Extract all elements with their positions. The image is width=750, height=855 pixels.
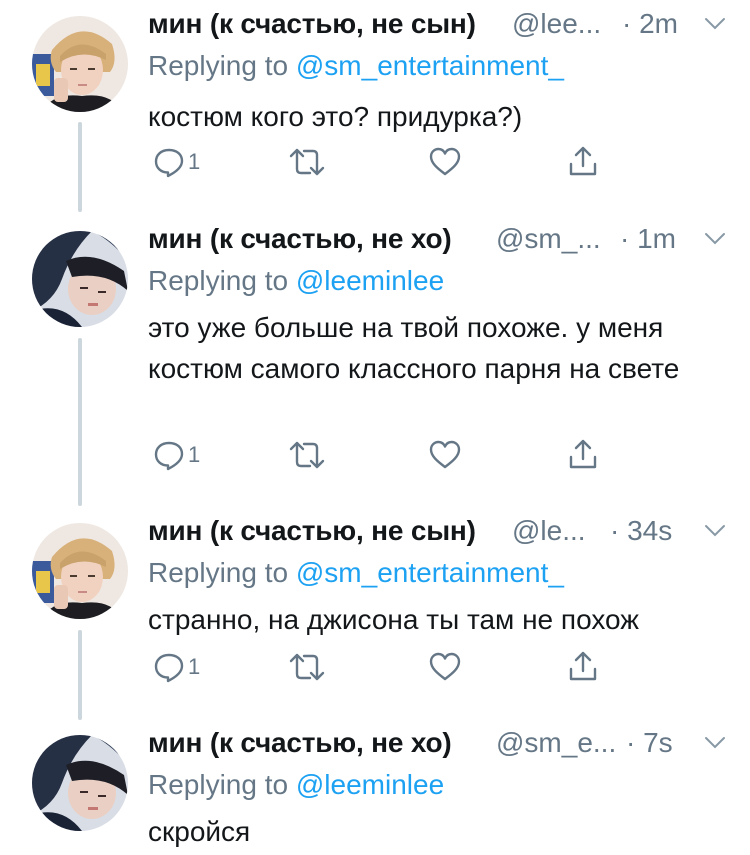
replying-to: Replying to @sm_entertainment_	[148, 50, 564, 82]
tweet[interactable]: мин (к счастью, не хо) @sm_... · 1m Repl…	[0, 215, 750, 505]
retweet-button[interactable]	[288, 435, 326, 475]
reply-count: 1	[188, 149, 201, 174]
heart-icon	[429, 440, 461, 469]
share-button[interactable]	[566, 142, 600, 182]
mention-link[interactable]: @leeminlee	[296, 265, 444, 296]
reply-icon	[154, 653, 184, 683]
avatar[interactable]	[32, 231, 128, 327]
username[interactable]: @lee...	[512, 8, 601, 40]
timestamp[interactable]: · 2m	[622, 8, 678, 40]
display-name[interactable]: мин (к счастью, не сын)	[148, 8, 476, 40]
tweet[interactable]: мин (к счастью, не сын) @le... · 34s Rep…	[0, 507, 750, 707]
share-icon	[569, 651, 597, 681]
tweet-text: странно, на джисона ты там не похож	[148, 604, 639, 635]
replying-to-label: Replying to	[148, 769, 296, 800]
chevron-down-icon[interactable]	[702, 729, 728, 755]
avatar-boy-dark-image	[32, 231, 128, 327]
display-name[interactable]: мин (к счастью, не хо)	[148, 223, 452, 255]
like-button[interactable]	[428, 142, 462, 182]
tweet-text: скройся	[148, 816, 251, 847]
avatar[interactable]	[32, 735, 128, 831]
display-name[interactable]: мин (к счастью, не хо)	[148, 727, 452, 759]
tweet-header: мин (к счастью, не сын) @lee... · 2m	[148, 8, 728, 46]
tweet-header: мин (к счастью, не хо) @sm_... · 1m	[148, 223, 728, 261]
display-name[interactable]: мин (к счастью, не сын)	[148, 515, 476, 547]
timestamp[interactable]: · 34s	[610, 515, 672, 547]
tweet-actions: 1	[148, 435, 728, 475]
like-button[interactable]	[428, 435, 462, 475]
replying-to-label: Replying to	[148, 50, 296, 81]
tweet-actions: 1	[148, 647, 728, 687]
tweet-text: это уже больше на твой похоже. у меня ко…	[148, 312, 680, 384]
heart-icon	[429, 147, 461, 176]
username[interactable]: @le...	[512, 515, 586, 547]
replying-to-label: Replying to	[148, 557, 296, 588]
share-button[interactable]	[566, 435, 600, 475]
mention-link[interactable]: @leeminlee	[296, 769, 444, 800]
tweet[interactable]: мин (к счастью, не хо) @sm_e... · 7s Rep…	[0, 719, 750, 855]
chevron-down-icon[interactable]	[702, 10, 728, 36]
retweet-icon	[289, 148, 325, 176]
reply-count: 1	[188, 654, 201, 679]
chevron-down-icon[interactable]	[702, 225, 728, 251]
mention-link[interactable]: @sm_entertainment_	[296, 557, 564, 588]
timestamp[interactable]: · 7s	[626, 727, 673, 759]
reply-button[interactable]: 1	[152, 647, 200, 687]
tweet-header: мин (к счастью, не сын) @le... · 34s	[148, 515, 728, 553]
chevron-down-icon[interactable]	[702, 517, 728, 543]
retweet-icon	[289, 653, 325, 681]
reply-icon	[154, 148, 184, 178]
reply-button[interactable]: 1	[152, 435, 200, 475]
reply-button[interactable]: 1	[152, 142, 200, 182]
mention-link[interactable]: @sm_entertainment_	[296, 50, 564, 81]
avatar[interactable]	[32, 16, 128, 112]
share-icon	[569, 439, 597, 469]
replying-to-label: Replying to	[148, 265, 296, 296]
retweet-button[interactable]	[288, 142, 326, 182]
replying-to: Replying to @leeminlee	[148, 769, 444, 801]
tweet-actions: 1	[148, 142, 728, 182]
share-button[interactable]	[566, 647, 600, 687]
avatar-boy-blonde-image	[32, 16, 128, 112]
reply-icon	[154, 441, 184, 471]
replying-to: Replying to @sm_entertainment_	[148, 557, 564, 589]
tweet[interactable]: мин (к счастью, не сын) @lee... · 2m Rep…	[0, 0, 750, 205]
reply-count: 1	[188, 442, 201, 467]
avatar-boy-dark-image	[32, 735, 128, 831]
retweet-button[interactable]	[288, 647, 326, 687]
retweet-icon	[289, 441, 325, 469]
username[interactable]: @sm_...	[496, 223, 601, 255]
username[interactable]: @sm_e...	[496, 727, 616, 759]
tweet-text: костюм кого это? придурка?)	[148, 101, 523, 132]
avatar-boy-blonde-image	[32, 523, 128, 619]
avatar[interactable]	[32, 523, 128, 619]
heart-icon	[429, 652, 461, 681]
like-button[interactable]	[428, 647, 462, 687]
replying-to: Replying to @leeminlee	[148, 265, 444, 297]
timestamp[interactable]: · 1m	[620, 223, 676, 255]
tweet-header: мин (к счастью, не хо) @sm_e... · 7s	[148, 727, 728, 765]
share-icon	[569, 146, 597, 176]
